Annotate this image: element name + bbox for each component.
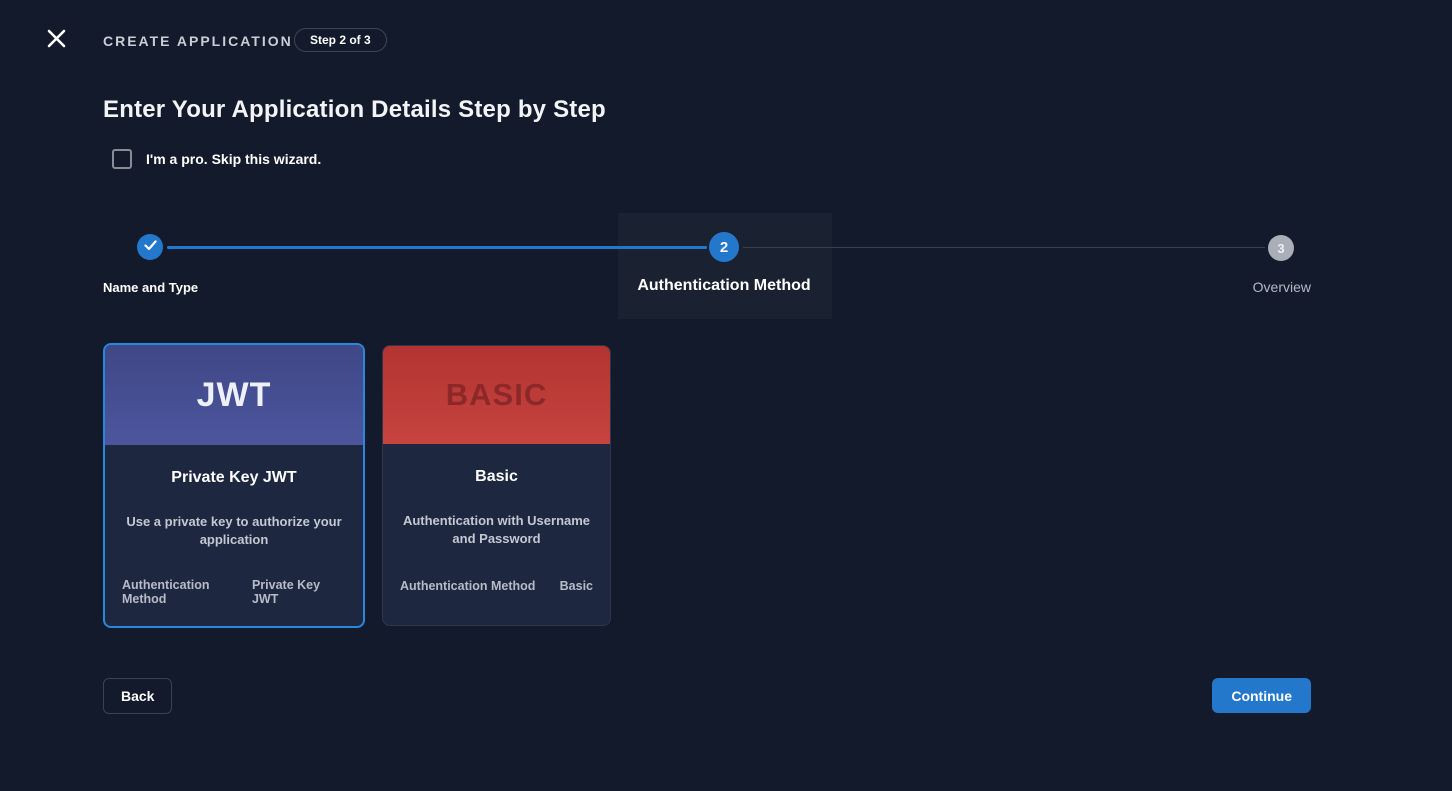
jwt-card-title: Private Key JWT <box>105 469 363 487</box>
current-step-highlight <box>618 213 832 319</box>
jwt-card-footer: Authentication Method Private Key JWT <box>105 578 363 606</box>
jwt-card-description: Use a private key to authorize your appl… <box>105 513 363 548</box>
create-application-wizard: CREATE APPLICATION Step 2 of 3 Enter You… <box>0 0 1452 791</box>
step-2-number: 2 <box>720 239 728 256</box>
close-button[interactable] <box>42 26 70 54</box>
jwt-footer-label: Authentication Method <box>122 578 252 606</box>
stepper-connector-upcoming <box>743 247 1265 248</box>
back-button[interactable]: Back <box>103 678 172 714</box>
basic-card-banner: BASIC <box>383 346 610 444</box>
basic-card-footer: Authentication Method Basic <box>383 579 610 593</box>
wizard-title: CREATE APPLICATION <box>103 33 293 49</box>
check-icon <box>144 238 157 256</box>
jwt-footer-value: Private Key JWT <box>252 578 346 606</box>
skip-wizard-label: I'm a pro. Skip this wizard. <box>146 151 321 167</box>
basic-footer-label: Authentication Method <box>400 579 535 593</box>
basic-card-title: Basic <box>383 468 610 486</box>
page-title: Enter Your Application Details Step by S… <box>103 96 606 124</box>
auth-method-cards: JWT Private Key JWT Use a private key to… <box>103 343 611 628</box>
step-3-indicator[interactable]: 3 <box>1268 235 1294 261</box>
basic-banner-text: BASIC <box>446 377 547 413</box>
jwt-card-banner: JWT <box>105 345 363 445</box>
step-badge: Step 2 of 3 <box>294 28 387 52</box>
jwt-banner-text: JWT <box>197 376 272 415</box>
basic-card-description: Authentication with Username and Passwor… <box>383 512 610 547</box>
skip-wizard-checkbox[interactable] <box>112 149 132 169</box>
step-2-label: Authentication Method <box>599 277 849 295</box>
step-1-indicator[interactable] <box>137 234 163 260</box>
auth-card-basic[interactable]: BASIC Basic Authentication with Username… <box>382 345 611 626</box>
auth-card-private-key-jwt[interactable]: JWT Private Key JWT Use a private key to… <box>103 343 365 628</box>
step-3-label: Overview <box>1253 279 1311 295</box>
close-icon <box>47 29 66 51</box>
basic-footer-value: Basic <box>560 579 593 593</box>
wizard-stepper: 2 3 Name and Type Authentication Method … <box>103 213 1311 319</box>
step-1-label: Name and Type <box>103 280 198 295</box>
stepper-connector-done <box>167 246 707 249</box>
skip-wizard-option[interactable]: I'm a pro. Skip this wizard. <box>112 149 321 169</box>
step-3-number: 3 <box>1277 241 1284 256</box>
step-2-indicator[interactable]: 2 <box>709 232 739 262</box>
continue-button[interactable]: Continue <box>1212 678 1311 713</box>
